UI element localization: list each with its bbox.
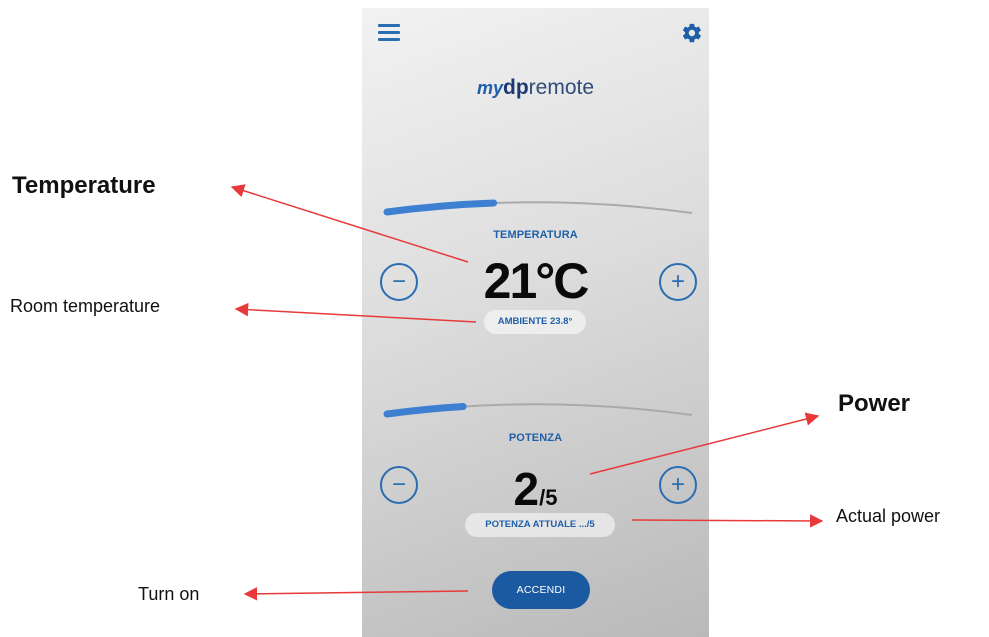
gear-icon[interactable] [681,22,703,44]
annotation-power: Power [838,390,911,417]
annotation-actual-power: Actual power [836,506,941,526]
turn-on-button[interactable]: ACCENDI [492,571,590,609]
temperature-increase-button[interactable]: + [659,263,697,301]
power-increase-button[interactable]: + [659,466,697,504]
annotation-turn-on: Turn on [138,584,200,604]
temperature-label: TEMPERATURA [493,229,578,241]
power-value: 2/5 [362,462,709,516]
actual-power-badge: POTENZA ATTUALE .../5 [465,513,615,537]
room-temperature-badge: AMBIENTE 23.8° [484,310,586,334]
annotation-temperature: Temperature [12,172,156,199]
temperature-value: 21°C [483,253,590,309]
app-screen: mydpremote TEMPERATURA − 21°C + AMBIENTE… [362,8,709,637]
temperature-slider[interactable] [382,198,696,228]
power-label: POTENZA [508,432,563,444]
power-slider[interactable] [382,400,696,430]
app-logo: mydpremote [476,76,595,99]
menu-icon[interactable] [378,24,400,42]
power-current: 2 [513,463,540,515]
power-max: /5 [539,485,558,510]
annotation-room-temperature: Room temperature [10,296,161,316]
